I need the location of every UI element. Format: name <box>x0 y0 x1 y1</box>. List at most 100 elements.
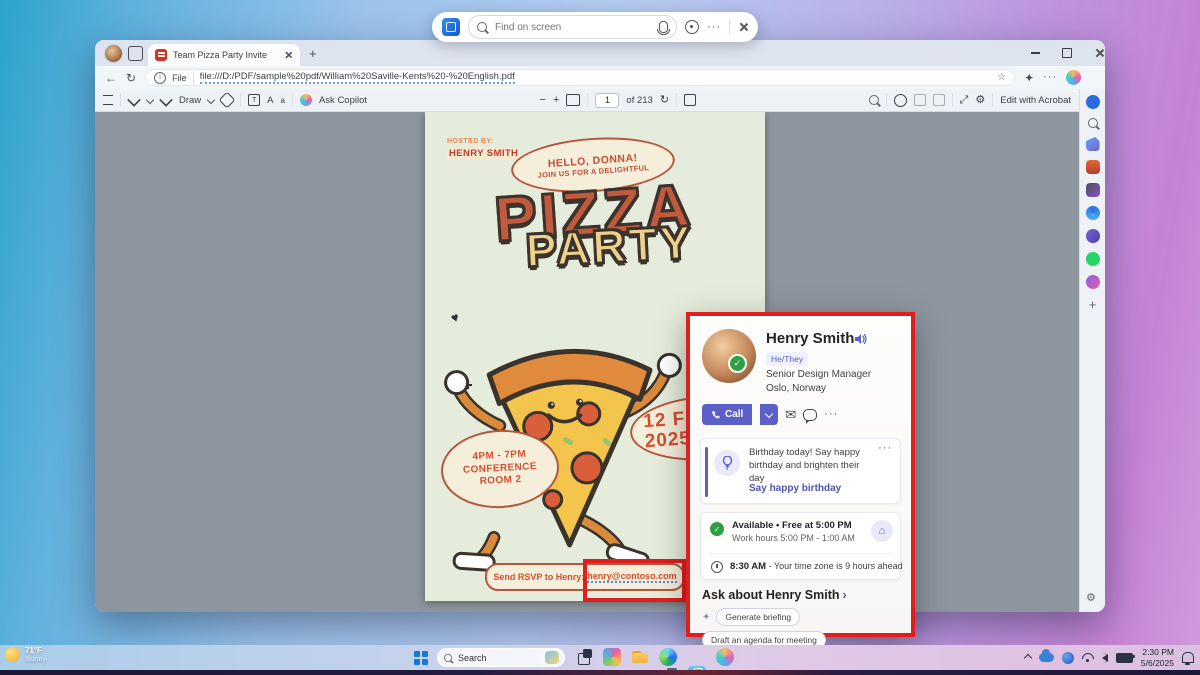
add-sidebar-app-icon[interactable]: + <box>1089 298 1097 311</box>
save-icon[interactable] <box>914 94 926 106</box>
timezone-line: 8:30 AM - Your time zone is 9 hours ahea… <box>730 561 903 572</box>
new-tab-button[interactable]: + <box>309 47 317 60</box>
call-dropdown-button[interactable] <box>760 404 778 425</box>
ask-copilot-label[interactable]: Ask Copilot <box>319 95 367 106</box>
browser-profile-avatar[interactable] <box>104 44 123 63</box>
settings-gear-icon[interactable]: ⚙ <box>975 95 985 106</box>
copilot-taskbar-icon[interactable] <box>716 648 734 666</box>
browser-menu-icon[interactable]: ··· <box>1043 72 1057 83</box>
read-aloud-icon[interactable]: A <box>267 95 273 106</box>
tray-app-icon[interactable] <box>1062 652 1074 664</box>
tab-actions-icon[interactable] <box>128 46 143 61</box>
chat-icon[interactable] <box>803 409 817 421</box>
email-annotation-box <box>583 559 686 602</box>
battery-icon[interactable] <box>1116 653 1133 663</box>
say-happy-birthday-link[interactable]: Say happy birthday <box>749 483 841 494</box>
contact-avatar[interactable] <box>702 329 756 383</box>
eraser-icon[interactable] <box>219 92 236 109</box>
divider <box>587 93 588 107</box>
taskbar-search[interactable]: Search <box>437 648 565 667</box>
hosted-by-name: HENRY SMITH <box>447 147 520 160</box>
whatsapp-icon[interactable] <box>1086 252 1100 266</box>
highlighter-icon[interactable] <box>159 93 173 107</box>
url-text[interactable]: file:///D:/PDF/sample%20pdf/William%20Sa… <box>200 71 515 84</box>
weather-condition: Sunny <box>25 655 46 664</box>
fit-to-width-icon[interactable] <box>566 94 580 106</box>
timezone-time: 8:30 AM <box>730 561 766 572</box>
edge-taskbar-icon[interactable] <box>659 648 677 666</box>
page-info-icon[interactable]: i <box>154 72 166 84</box>
work-from-home-icon[interactable]: ⌂ <box>871 520 893 542</box>
page-number-input[interactable] <box>595 93 619 108</box>
shopping-tag-icon[interactable] <box>1086 137 1100 151</box>
clock[interactable]: 2:30 PM 5/6/2025 <box>1141 647 1174 667</box>
find-on-screen-input[interactable] <box>493 21 653 34</box>
tab-close-icon[interactable] <box>284 51 292 59</box>
pronounce-name-icon[interactable] <box>854 333 867 348</box>
draw-dropdown-icon[interactable] <box>207 96 215 104</box>
divider <box>676 93 677 107</box>
contact-more-icon[interactable]: ··· <box>824 409 838 420</box>
task-view-button[interactable] <box>575 648 593 666</box>
messenger-icon[interactable] <box>1086 275 1100 289</box>
call-button[interactable]: Call <box>702 404 752 425</box>
notification-center-icon[interactable] <box>1182 652 1194 663</box>
copilot-icon[interactable] <box>1066 70 1081 85</box>
microsoft365-icon[interactable] <box>1086 206 1100 220</box>
favorites-star-icon[interactable]: ☆ <box>997 72 1006 83</box>
edit-with-acrobat-button[interactable]: Edit with Acrobat <box>1000 95 1071 106</box>
weather-widget[interactable]: 71°F Sunny <box>5 646 46 664</box>
collections-icon[interactable]: ✦ <box>1024 72 1034 84</box>
maximize-button[interactable] <box>1052 40 1082 66</box>
text-box-icon[interactable]: T <box>248 94 260 106</box>
notifications-bell-icon[interactable] <box>1086 95 1100 109</box>
sidebar-search-icon[interactable] <box>1088 118 1098 128</box>
time-line3: ROOM 2 <box>479 474 521 489</box>
zoom-in-icon[interactable]: + <box>553 95 559 106</box>
pen-dropdown-icon[interactable] <box>146 96 154 104</box>
back-icon[interactable]: ← <box>105 72 117 84</box>
games-icon[interactable] <box>1086 183 1100 197</box>
birthday-more-icon[interactable]: ··· <box>878 443 892 454</box>
translate-icon[interactable]: a <box>281 96 285 105</box>
draw-label[interactable]: Draw <box>179 95 201 106</box>
tools-icon[interactable] <box>1086 160 1100 174</box>
file-explorer-icon[interactable] <box>631 648 649 666</box>
wifi-icon[interactable] <box>1082 653 1094 662</box>
pen-icon[interactable] <box>127 93 141 107</box>
close-icon[interactable] <box>738 22 748 32</box>
find-on-screen-field[interactable] <box>468 15 677 39</box>
address-bar[interactable]: i File file:///D:/PDF/sample%20pdf/Willi… <box>145 69 1015 86</box>
visual-search-icon <box>442 18 460 36</box>
table-of-contents-icon[interactable] <box>103 95 113 105</box>
copilot-pdf-icon[interactable] <box>300 94 312 106</box>
page-view-icon[interactable] <box>684 94 696 106</box>
rotate-icon[interactable]: ↻ <box>660 95 669 106</box>
zoom-out-icon[interactable]: − <box>540 95 546 106</box>
target-settings-icon[interactable] <box>685 20 699 34</box>
tray-overflow-icon[interactable] <box>1024 653 1032 661</box>
suggestion-generate-briefing[interactable]: Generate briefing <box>716 608 800 626</box>
media-app-icon[interactable] <box>603 648 621 666</box>
fullscreen-icon[interactable]: ⤢ <box>960 95 969 106</box>
start-button[interactable] <box>414 651 428 665</box>
drop-icon[interactable] <box>1086 229 1100 243</box>
search-icon <box>444 654 452 662</box>
save-as-icon[interactable] <box>933 94 945 106</box>
print-icon[interactable] <box>894 94 907 107</box>
pdf-search-icon[interactable] <box>869 95 879 105</box>
volume-icon[interactable] <box>1102 654 1108 662</box>
refresh-icon[interactable]: ↻ <box>126 72 136 84</box>
pdf-viewer-area: HOSTED BY: HENRY SMITH HELLO, DONNA! JOI… <box>95 112 1079 612</box>
divider <box>992 93 993 107</box>
more-options-icon[interactable]: ··· <box>707 22 721 33</box>
sidebar-settings-icon[interactable]: ⚙ <box>1086 591 1096 604</box>
minimize-button[interactable] <box>1020 40 1050 66</box>
tab-team-pizza-party[interactable]: Team Pizza Party Invite <box>148 44 300 66</box>
ask-about-heading[interactable]: Ask about Henry Smith› <box>702 588 847 602</box>
microphone-icon[interactable] <box>659 21 668 33</box>
email-icon[interactable]: ✉ <box>785 408 796 421</box>
pdf-toolbar: Draw T A a Ask Copilot − + of 213 ↻ <box>95 89 1079 112</box>
window-close-button[interactable] <box>1084 40 1105 66</box>
onedrive-icon[interactable] <box>1039 653 1054 662</box>
